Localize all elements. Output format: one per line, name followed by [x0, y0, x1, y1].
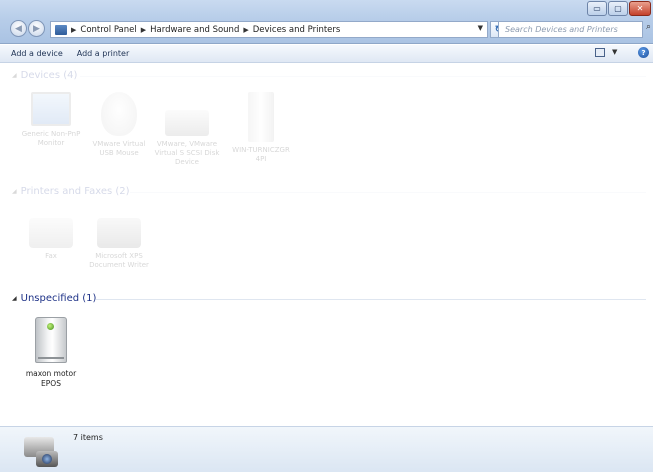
- device-item[interactable]: VMware Virtual USB Mouse: [86, 92, 152, 158]
- device-label: Microsoft XPS Document Writer: [89, 252, 149, 269]
- breadcrumb-hardware-and-sound[interactable]: Hardware and Sound: [150, 25, 239, 35]
- group-header-printers[interactable]: ◢ Printers and Faxes (2): [12, 186, 130, 197]
- group-divider: [130, 192, 646, 193]
- breadcrumb-separator-icon[interactable]: ▶: [71, 26, 76, 34]
- item-count: 7 items: [73, 433, 103, 442]
- change-view-icon[interactable]: [595, 48, 605, 57]
- group-title: Unspecified (1): [20, 293, 97, 304]
- device-label-line2: EPOS: [41, 379, 61, 388]
- breadcrumb-control-panel[interactable]: Control Panel: [80, 25, 136, 35]
- device-label: WIN-TURNICZGR 4PI: [232, 146, 290, 163]
- printer-icon: [97, 218, 141, 248]
- group-divider: [96, 299, 646, 300]
- collapse-triangle-icon[interactable]: ◢: [12, 72, 17, 79]
- maximize-button[interactable]: ▢: [608, 1, 628, 16]
- collapse-triangle-icon[interactable]: ◢: [12, 295, 17, 302]
- command-bar: Add a device Add a printer: [0, 45, 653, 63]
- device-item[interactable]: WIN-TURNICZGR 4PI: [228, 92, 294, 164]
- device-item[interactable]: Generic Non-PnP Monitor: [18, 92, 84, 148]
- view-dropdown-icon[interactable]: ▼: [612, 48, 617, 56]
- device-item[interactable]: Microsoft XPS Document Writer: [86, 204, 152, 270]
- group-title: Printers and Faxes (2): [20, 186, 130, 197]
- device-label-line1: maxon motor: [25, 369, 77, 378]
- device-label: VMware, VMware Virtual S SCSI Disk Devic…: [154, 140, 220, 166]
- content-area: ◢ Devices (4) Generic Non-PnP Monitor VM…: [0, 64, 653, 426]
- group-divider: [80, 76, 646, 77]
- add-printer-button[interactable]: Add a printer: [77, 49, 129, 58]
- fax-icon: [29, 218, 73, 248]
- address-dropdown-icon[interactable]: ▼: [478, 24, 483, 32]
- title-bar: ▭ ▢ ✕ ◀ ▶ ▶ Control Panel ▶ Hardware and…: [0, 0, 653, 44]
- search-icon[interactable]: ⌕: [646, 22, 651, 32]
- tower-device-icon: [35, 317, 67, 363]
- breadcrumb-separator-icon[interactable]: ▶: [141, 26, 146, 34]
- group-title: Devices (4): [20, 70, 78, 81]
- search-placeholder: Search Devices and Printers: [505, 25, 618, 34]
- add-device-button[interactable]: Add a device: [11, 49, 63, 58]
- close-button[interactable]: ✕: [629, 1, 651, 16]
- monitor-icon: [31, 92, 71, 126]
- device-label: VMware Virtual USB Mouse: [92, 140, 146, 157]
- device-item-epos[interactable]: maxon motor EPOS: [18, 317, 84, 389]
- back-button[interactable]: ◀: [10, 20, 27, 37]
- device-label: Fax: [45, 252, 57, 260]
- group-header-devices[interactable]: ◢ Devices (4): [12, 70, 77, 81]
- window-controls: ▭ ▢ ✕: [586, 1, 651, 16]
- device-item[interactable]: VMware, VMware Virtual S SCSI Disk Devic…: [154, 92, 220, 167]
- faded-groups: ◢ Devices (4) Generic Non-PnP Monitor VM…: [0, 64, 653, 292]
- search-input[interactable]: Search Devices and Printers: [498, 21, 643, 38]
- address-bar[interactable]: ▶ Control Panel ▶ Hardware and Sound ▶ D…: [50, 21, 488, 38]
- device-label: Generic Non-PnP Monitor: [21, 130, 81, 147]
- computer-icon: [248, 92, 274, 142]
- help-icon[interactable]: ?: [638, 47, 649, 58]
- breadcrumb-separator-icon[interactable]: ▶: [243, 26, 248, 34]
- forward-button[interactable]: ▶: [28, 20, 45, 37]
- devices-and-printers-icon: [20, 431, 60, 469]
- group-header-unspecified[interactable]: ◢ Unspecified (1): [12, 293, 96, 304]
- collapse-triangle-icon[interactable]: ◢: [12, 188, 17, 195]
- details-pane: 7 items: [0, 426, 653, 472]
- forward-arrow-icon: ▶: [33, 23, 40, 34]
- breadcrumb-devices-and-printers[interactable]: Devices and Printers: [253, 25, 341, 35]
- control-panel-icon: [55, 24, 67, 35]
- drive-icon: [165, 110, 209, 136]
- mouse-icon: [101, 92, 137, 136]
- device-item[interactable]: Fax: [18, 204, 84, 261]
- back-arrow-icon: ◀: [15, 23, 22, 34]
- minimize-button[interactable]: ▭: [587, 1, 607, 16]
